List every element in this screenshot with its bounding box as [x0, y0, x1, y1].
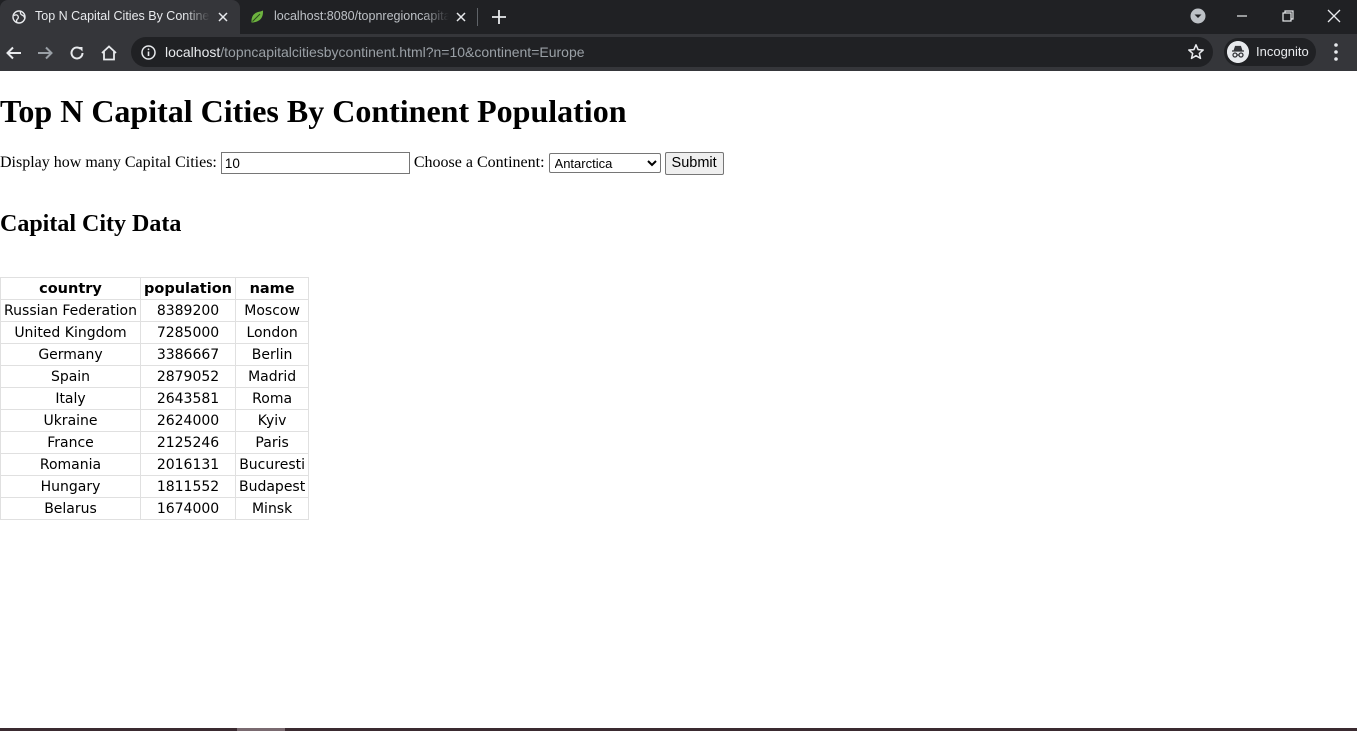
- table-row: Russian Federation 8389200 Moscow: [0, 299, 310, 322]
- back-button[interactable]: [0, 39, 28, 67]
- cell-country: United Kingdom: [0, 321, 141, 344]
- cell-population: 7285000: [140, 321, 236, 344]
- cell-population: 3386667: [140, 343, 236, 366]
- cell-country: Russian Federation: [0, 299, 141, 322]
- table-row: Germany 3386667 Berlin: [0, 343, 310, 366]
- more-menu-icon[interactable]: [1326, 41, 1346, 63]
- cell-country: Italy: [0, 387, 141, 410]
- cell-name: Moscow: [234, 299, 310, 322]
- table-header-row: country population name: [0, 277, 310, 300]
- close-window-button[interactable]: [1311, 0, 1357, 32]
- cell-country: Ukraine: [0, 409, 141, 432]
- table-row: Romania 2016131 Bucuresti: [0, 453, 310, 476]
- cell-country: France: [0, 431, 141, 454]
- tab-separator: [477, 8, 478, 26]
- table-row: United Kingdom 7285000 London: [0, 321, 310, 344]
- minimize-icon: [1237, 15, 1247, 17]
- tab-active[interactable]: Top N Capital Cities By Continent Popula…: [0, 0, 240, 34]
- back-arrow-icon: [6, 46, 21, 60]
- home-icon: [101, 45, 117, 61]
- chevron-down-icon: [1190, 8, 1206, 24]
- cell-country: Germany: [0, 343, 141, 366]
- tab-inactive[interactable]: localhost:8080/topnregioncapitalcities: [240, 0, 478, 34]
- info-icon[interactable]: [141, 45, 156, 60]
- table-row: France 2125246 Paris: [0, 431, 310, 454]
- spring-leaf-icon: [251, 10, 264, 23]
- column-header-name: name: [234, 277, 310, 300]
- browser-toolbar: localhost/topncapitalcitiesbycontinent.h…: [0, 34, 1357, 71]
- cell-name: Kyiv: [234, 409, 310, 432]
- minimize-button[interactable]: [1219, 0, 1265, 32]
- cell-name: Paris: [234, 431, 310, 454]
- capital-city-table: country population name Russian Federati…: [0, 277, 310, 520]
- restore-button[interactable]: [1265, 0, 1311, 32]
- cell-name: London: [234, 321, 310, 344]
- table-row: Belarus 1674000 Minsk: [0, 497, 310, 520]
- home-button[interactable]: [95, 39, 123, 67]
- tab-search-button[interactable]: [1175, 0, 1221, 32]
- tab-strip: Top N Capital Cities By Continent Popula…: [0, 0, 1357, 34]
- cell-name: Madrid: [234, 365, 310, 388]
- cell-name: Bucuresti: [234, 453, 310, 476]
- cell-population: 1674000: [140, 497, 236, 520]
- continent-label: Choose a Continent:: [413, 154, 545, 171]
- globe-icon: [12, 10, 26, 24]
- incognito-profile-button[interactable]: Incognito: [1224, 38, 1316, 66]
- cell-country: Romania: [0, 453, 141, 476]
- forward-arrow-icon: [38, 46, 53, 60]
- continent-select[interactable]: Antarctica: [548, 153, 661, 173]
- cell-population: 2624000: [140, 409, 236, 432]
- cell-population: 1811552: [140, 475, 236, 498]
- restore-icon: [1282, 10, 1294, 22]
- url-path: /topncapitalcitiesbycontinent.html?n=10&…: [220, 44, 585, 60]
- cell-population: 2125246: [140, 431, 236, 454]
- cell-name: Berlin: [234, 343, 310, 366]
- count-label: Display how many Capital Cities:: [0, 154, 217, 171]
- cell-name: Minsk: [234, 497, 310, 520]
- close-icon[interactable]: [216, 10, 230, 24]
- close-icon: [1327, 9, 1341, 23]
- table-row: Hungary 1811552 Budapest: [0, 475, 310, 498]
- table-row: Italy 2643581 Roma: [0, 387, 310, 410]
- incognito-icon: [1227, 41, 1249, 63]
- cell-population: 2879052: [140, 365, 236, 388]
- bookmark-star-icon[interactable]: [1187, 43, 1205, 61]
- cell-name: Roma: [234, 387, 310, 410]
- reload-icon: [70, 46, 84, 60]
- column-header-population: population: [140, 277, 236, 300]
- url-host: localhost: [165, 44, 221, 60]
- section-heading: Capital City Data: [0, 211, 182, 237]
- address-bar[interactable]: localhost/topncapitalcitiesbycontinent.h…: [131, 37, 1213, 67]
- reload-button[interactable]: [63, 39, 91, 67]
- forward-button[interactable]: [31, 39, 59, 67]
- new-tab-icon[interactable]: [490, 8, 508, 26]
- cell-name: Budapest: [234, 475, 310, 498]
- submit-button[interactable]: Submit: [664, 151, 724, 175]
- table-row: Spain 2879052 Madrid: [0, 365, 310, 388]
- cell-population: 8389200: [140, 299, 236, 322]
- cell-population: 2016131: [140, 453, 236, 476]
- query-form: Display how many Capital Cities: Choose …: [0, 151, 724, 175]
- close-icon[interactable]: [454, 10, 468, 24]
- column-header-country: country: [0, 277, 141, 300]
- cell-country: Belarus: [0, 497, 141, 520]
- url-text: localhost/topncapitalcitiesbycontinent.h…: [165, 44, 585, 60]
- cell-population: 2643581: [140, 387, 236, 410]
- page-content: Top N Capital Cities By Continent Popula…: [0, 71, 1357, 728]
- table-row: Ukraine 2624000 Kyiv: [0, 409, 310, 432]
- cell-country: Hungary: [0, 475, 141, 498]
- tab-title: Top N Capital Cities By Continent Popula…: [35, 9, 210, 23]
- page-title: Top N Capital Cities By Continent Popula…: [0, 93, 627, 129]
- cell-country: Spain: [0, 365, 141, 388]
- tab-title: localhost:8080/topnregioncapitalcities: [274, 9, 449, 23]
- count-input[interactable]: [220, 152, 410, 174]
- incognito-label: Incognito: [1256, 44, 1309, 59]
